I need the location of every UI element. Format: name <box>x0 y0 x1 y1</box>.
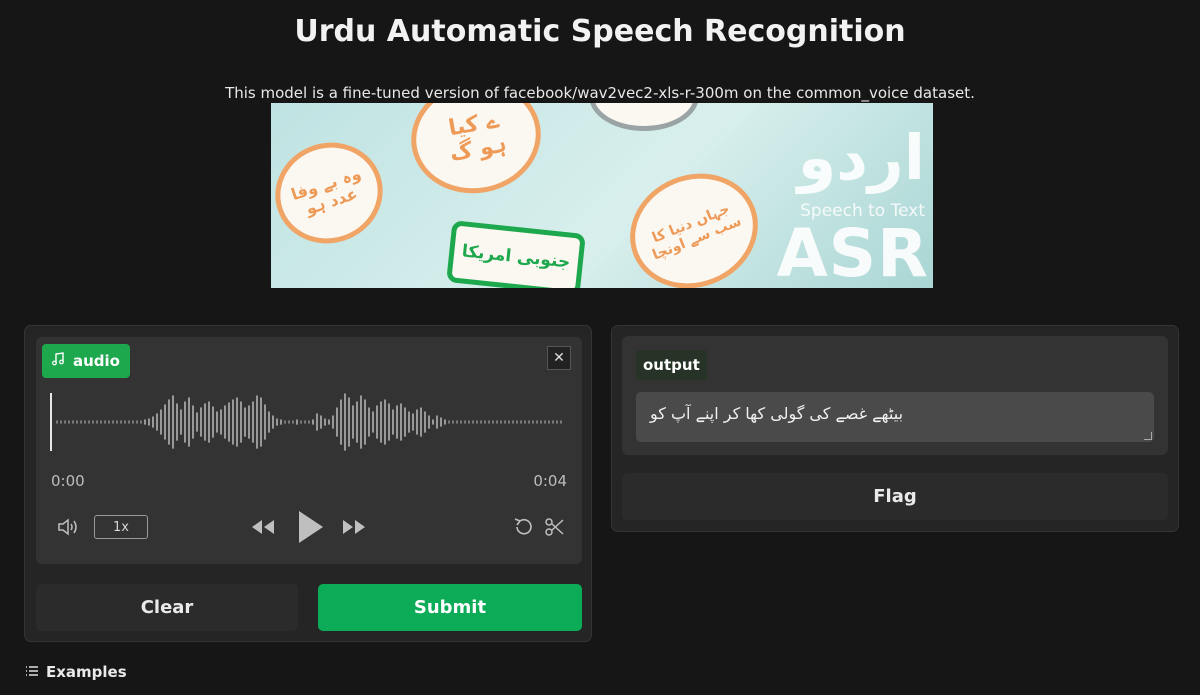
play-icon[interactable] <box>295 509 325 545</box>
time-start: 0:00 <box>51 472 85 490</box>
close-icon[interactable]: ✕ <box>547 346 571 370</box>
volume-icon[interactable] <box>56 516 82 538</box>
output-label-badge: output <box>636 350 707 380</box>
list-icon <box>25 663 39 681</box>
waveform[interactable] <box>48 391 568 453</box>
playback-speed-button[interactable]: 1x <box>94 515 148 539</box>
output-box: output بیٹھے غصے کی گولی کھا کر اپنے آپ … <box>622 336 1168 455</box>
audio-player: audio ✕ 0:00 0:04 1x <box>36 337 582 564</box>
output-text: بیٹھے غصے کی گولی کھا کر اپنے آپ کو <box>650 404 904 423</box>
asr-logo-text: ASR <box>776 215 929 288</box>
speech-bubble: جنوبی امریکا <box>446 220 586 288</box>
time-end: 0:04 <box>533 472 567 490</box>
page-description: This model is a fine-tuned version of fa… <box>225 84 975 102</box>
page-title: Urdu Automatic Speech Recognition <box>294 14 906 49</box>
examples-label: Examples <box>46 663 127 681</box>
audio-label-badge: audio <box>42 344 130 378</box>
speech-bubble: وہ بے وفا عدد ہو <box>271 128 396 258</box>
speech-bubble: ے کیا ہو گ <box>402 103 550 204</box>
examples-row <box>25 690 445 695</box>
speech-bubble <box>589 103 699 131</box>
fast-forward-icon[interactable] <box>340 516 368 538</box>
urdu-logo-text: اردو <box>797 121 925 194</box>
output-panel: output بیٹھے غصے کی گولی کھا کر اپنے آپ … <box>611 325 1179 532</box>
rewind-icon[interactable] <box>249 516 277 538</box>
undo-icon[interactable] <box>512 516 534 538</box>
banner-image: وہ بے وفا عدد ہو ے کیا ہو گ جنوبی امریکا… <box>271 103 933 288</box>
music-note-icon <box>51 352 65 370</box>
submit-button[interactable]: Submit <box>318 584 582 631</box>
flag-button[interactable]: Flag <box>622 473 1168 520</box>
clear-button[interactable]: Clear <box>36 584 298 631</box>
speech-bubble: جہاں دنیا کا سب سے اونچا <box>612 154 776 288</box>
input-panel: audio ✕ 0:00 0:04 1x Clear Submit <box>24 325 592 642</box>
examples-header[interactable]: Examples <box>25 663 127 681</box>
audio-label-text: audio <box>73 352 120 370</box>
resize-handle-icon[interactable] <box>1144 432 1152 440</box>
trim-scissors-icon[interactable] <box>544 516 566 538</box>
output-textbox[interactable]: بیٹھے غصے کی گولی کھا کر اپنے آپ کو <box>636 392 1154 442</box>
